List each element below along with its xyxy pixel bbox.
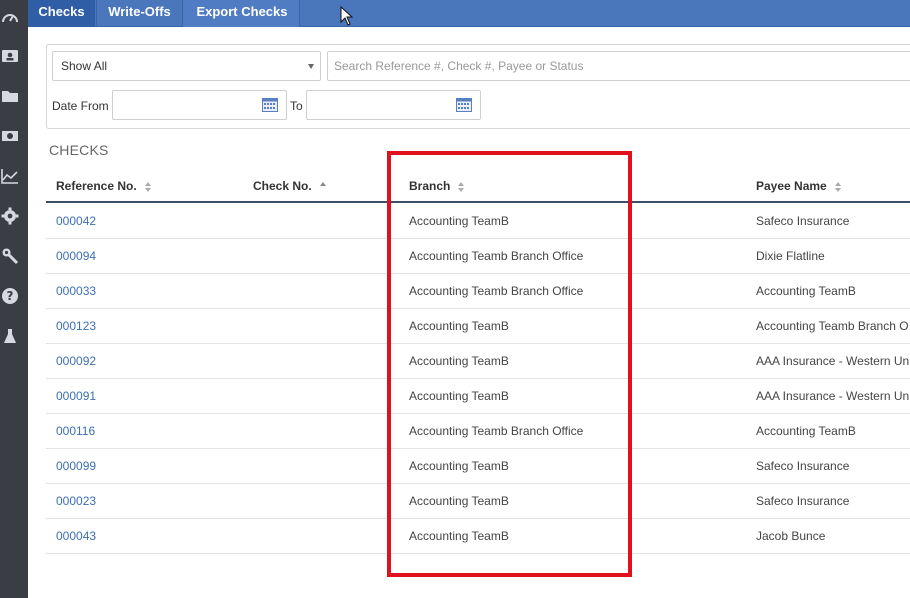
column-header-label: Branch xyxy=(409,179,451,193)
money-icon[interactable] xyxy=(0,125,20,147)
table-row[interactable]: 000042 Accounting TeamB Safeco Insurance xyxy=(46,204,910,239)
top-tab-bar: Checks Write-Offs Export Checks xyxy=(28,0,910,27)
date-from-label: Date From xyxy=(52,99,109,113)
table-row[interactable]: 000033 Accounting Teamb Branch Office Acco… xyxy=(46,274,910,309)
filter-panel: Show All Date From To xyxy=(46,44,910,129)
column-header-label: Payee Name xyxy=(756,179,827,193)
reference-link[interactable]: 000099 xyxy=(56,459,96,473)
table-row[interactable]: 000043 Accounting TeamB Jacob Bunce xyxy=(46,519,910,554)
branch-cell: Accounting TeamB xyxy=(409,354,509,368)
payee-cell: Jacob Bunce xyxy=(756,529,826,543)
calendar-icon[interactable] xyxy=(456,98,472,112)
table-row[interactable]: 000092 Accounting TeamB AAA Insurance - We… xyxy=(46,344,910,379)
section-title: CHECKS xyxy=(49,142,109,158)
reference-link[interactable]: 000043 xyxy=(56,529,96,543)
branch-cell: Accounting TeamB xyxy=(409,319,509,333)
status-filter-value: Show All xyxy=(61,59,108,73)
left-nav-rail: ? xyxy=(0,0,28,598)
payee-cell: Accounting TeamB xyxy=(756,424,856,438)
branch-cell: Accounting TeamB xyxy=(409,459,509,473)
payee-cell: Safeco Insurance xyxy=(756,459,850,473)
calendar-icon[interactable] xyxy=(262,98,278,112)
column-header-branch[interactable]: Branch xyxy=(409,179,465,193)
reference-link[interactable]: 000123 xyxy=(56,319,96,333)
wrench-icon[interactable] xyxy=(0,245,20,267)
checks-table-body: 000042 Accounting TeamB Safeco Insurance 00… xyxy=(46,204,910,554)
folder-icon[interactable] xyxy=(0,85,20,107)
payee-cell: AAA Insurance - Western Un xyxy=(756,354,910,368)
table-row[interactable]: 000123 Accounting TeamB Accounting Teamb B… xyxy=(46,309,910,344)
sort-icon[interactable] xyxy=(144,181,152,192)
contacts-icon[interactable] xyxy=(0,45,20,67)
date-to-label: To xyxy=(290,99,303,113)
dashboard-icon[interactable] xyxy=(0,7,20,29)
svg-text:?: ? xyxy=(7,289,14,303)
column-header-payee[interactable]: Payee Name xyxy=(756,179,842,193)
date-to-input[interactable] xyxy=(306,90,481,120)
payee-cell: Dixie Flatline xyxy=(756,249,825,263)
tab-export-checks[interactable]: Export Checks xyxy=(184,0,300,27)
reference-link[interactable]: 000092 xyxy=(56,354,96,368)
mouse-cursor-icon xyxy=(340,6,354,26)
branch-cell: Accounting TeamB xyxy=(409,529,509,543)
sort-icon[interactable] xyxy=(458,181,465,192)
payee-cell: Accounting TeamB xyxy=(756,284,856,298)
table-row[interactable]: 000116 Accounting Teamb Branch Office Acco… xyxy=(46,414,910,449)
payee-cell: AAA Insurance - Western Un xyxy=(756,389,910,403)
date-from-input[interactable] xyxy=(112,90,287,120)
reference-link[interactable]: 000042 xyxy=(56,214,96,228)
branch-cell: Accounting TeamB xyxy=(409,389,509,403)
branch-cell: Accounting Teamb Branch Office xyxy=(409,284,584,298)
help-icon[interactable]: ? xyxy=(0,285,20,307)
branch-cell: Accounting Teamb Branch Office xyxy=(409,249,584,263)
table-row[interactable]: 000094 Accounting Teamb Branch Office Dixi… xyxy=(46,239,910,274)
payee-cell: Accounting Teamb Branch O xyxy=(756,319,909,333)
tab-checks[interactable]: Checks xyxy=(28,0,95,27)
reference-link[interactable]: 000091 xyxy=(56,389,96,403)
column-header-check[interactable]: Check No. xyxy=(253,179,327,193)
reference-link[interactable]: 000023 xyxy=(56,494,96,508)
status-filter-select[interactable]: Show All xyxy=(52,51,321,81)
branch-cell: Accounting Teamb Branch Office xyxy=(409,424,584,438)
reference-link[interactable]: 000094 xyxy=(56,249,96,263)
table-row[interactable]: 000091 Accounting TeamB AAA Insurance - We… xyxy=(46,379,910,414)
search-input[interactable] xyxy=(327,51,910,81)
table-row[interactable]: 000099 Accounting TeamB Safeco Insurance xyxy=(46,449,910,484)
column-header-reference[interactable]: Reference No. xyxy=(56,179,152,193)
sort-icon[interactable] xyxy=(834,181,842,192)
reference-link[interactable]: 000033 xyxy=(56,284,96,298)
lab-flask-icon[interactable] xyxy=(0,325,20,347)
branch-cell: Accounting TeamB xyxy=(409,494,509,508)
checks-table-header: Reference No. Check No. Branch Payee Nam… xyxy=(46,170,910,203)
tab-write-offs[interactable]: Write-Offs xyxy=(96,0,182,27)
sort-ascending-icon[interactable] xyxy=(319,181,327,192)
chevron-down-icon xyxy=(308,64,314,69)
column-header-label: Check No. xyxy=(253,179,312,193)
payee-cell: Safeco Insurance xyxy=(756,214,850,228)
reference-link[interactable]: 000116 xyxy=(56,424,95,438)
branch-cell: Accounting TeamB xyxy=(409,214,509,228)
chart-icon[interactable] xyxy=(0,165,20,187)
column-header-label: Reference No. xyxy=(56,179,137,193)
table-row[interactable]: 000023 Accounting TeamB Safeco Insurance xyxy=(46,484,910,519)
gear-icon[interactable] xyxy=(0,205,20,227)
payee-cell: Safeco Insurance xyxy=(756,494,850,508)
